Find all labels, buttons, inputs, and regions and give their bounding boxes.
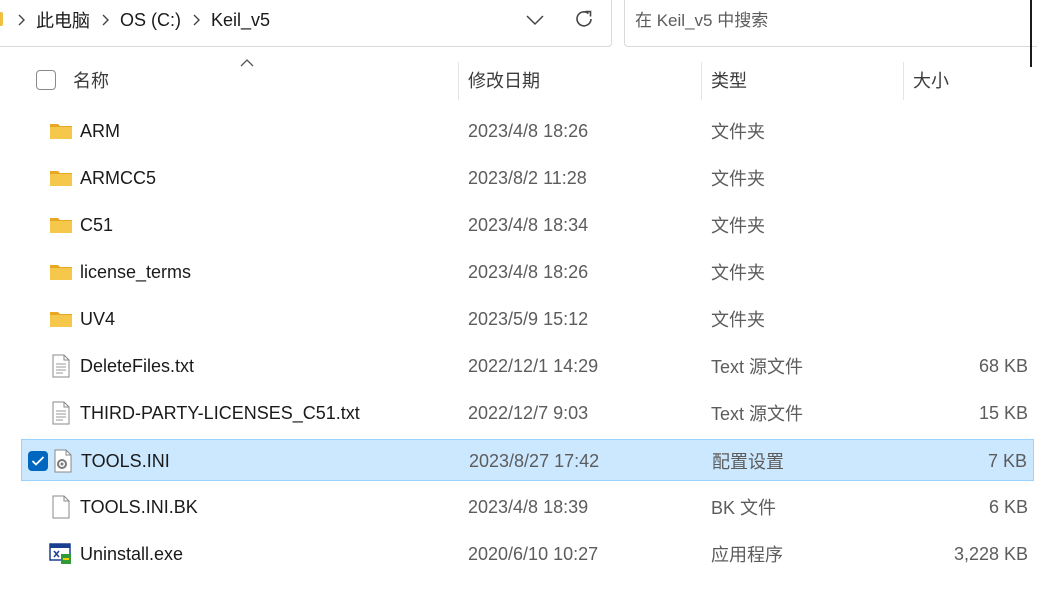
- file-row[interactable]: ARM 2023/4/8 18:26 文件夹: [21, 110, 1034, 152]
- file-name: license_terms: [80, 261, 192, 282]
- file-row[interactable]: TOOLS.INI 2023/8/27 17:42 配置设置 7 KB: [21, 439, 1034, 481]
- location-folder-icon: [0, 12, 3, 26]
- chevron-right-icon[interactable]: [185, 0, 207, 42]
- file-name: THIRD-PARTY-LICENSES_C51.txt: [80, 402, 360, 423]
- file-modified-date: 2023/8/2 11:28: [468, 167, 587, 188]
- breadcrumb: 此电脑 OS (C:) Keil_v5: [10, 0, 274, 42]
- folder-icon: [49, 260, 73, 284]
- file-name: TOOLS.INI: [81, 450, 170, 471]
- settings-file-icon: [51, 449, 75, 473]
- file-size: 3,228 KB: [953, 543, 1028, 564]
- text-file-icon: [49, 401, 73, 425]
- file-row[interactable]: UV4 2023/5/9 15:12 文件夹: [21, 298, 1034, 340]
- column-divider[interactable]: [701, 62, 702, 100]
- address-bar[interactable]: 此电脑 OS (C:) Keil_v5: [0, 0, 612, 47]
- file-type: 应用程序: [711, 545, 783, 565]
- column-divider[interactable]: [903, 62, 904, 100]
- file-size: 15 KB: [978, 402, 1028, 423]
- blank-file-icon: [49, 495, 73, 519]
- search-input[interactable]: [635, 6, 1025, 36]
- file-type: 文件夹: [711, 169, 765, 189]
- chevron-down-icon: [526, 15, 544, 26]
- column-divider[interactable]: [458, 62, 459, 100]
- file-type: BK 文件: [711, 498, 777, 518]
- file-size: 68 KB: [978, 355, 1028, 376]
- chevron-right-icon[interactable]: [10, 0, 32, 42]
- file-size: 7 KB: [987, 450, 1027, 471]
- refresh-button[interactable]: [569, 3, 599, 35]
- address-dropdown-button[interactable]: [520, 4, 550, 36]
- file-modified-date: 2023/5/9 15:12: [468, 308, 589, 329]
- file-row[interactable]: ARMCC5 2023/8/2 11:28 文件夹: [21, 157, 1034, 199]
- breadcrumb-this-pc[interactable]: 此电脑: [32, 7, 94, 33]
- file-row[interactable]: license_terms 2023/4/8 18:26 文件夹: [21, 251, 1034, 293]
- file-name: C51: [80, 214, 114, 235]
- text-file-icon: [49, 354, 73, 378]
- folder-icon: [49, 307, 73, 331]
- refresh-icon: [576, 10, 592, 27]
- sort-ascending-icon: [240, 59, 254, 67]
- file-modified-date: 2022/12/1 14:29: [468, 355, 599, 376]
- file-modified-date: 2023/4/8 18:34: [468, 214, 589, 235]
- file-type: Text 源文件: [711, 357, 804, 377]
- checkmark-icon: [31, 456, 45, 466]
- file-row[interactable]: DeleteFiles.txt 2022/12/1 14:29 Text 源文件 68…: [21, 345, 1034, 387]
- row-checkbox[interactable]: [28, 451, 48, 471]
- breadcrumb-os-drive[interactable]: OS (C:): [116, 10, 185, 31]
- file-name: ARM: [80, 120, 120, 141]
- file-type: 文件夹: [711, 310, 765, 330]
- chevron-right-icon[interactable]: [94, 0, 116, 42]
- file-modified-date: 2023/4/8 18:26: [468, 120, 589, 141]
- file-modified-date: 2022/12/7 9:03: [468, 402, 589, 423]
- application-icon: [49, 542, 73, 566]
- column-header-size[interactable]: 大小: [913, 56, 949, 104]
- folder-icon: [49, 119, 73, 143]
- file-modified-date: 2023/8/27 17:42: [469, 450, 600, 471]
- file-row[interactable]: THIRD-PARTY-LICENSES_C51.txt 2022/12/7 9:…: [21, 392, 1034, 434]
- file-name: Uninstall.exe: [80, 543, 184, 564]
- file-row[interactable]: TOOLS.INI.BK 2023/4/8 18:39 BK 文件 6 KB: [21, 486, 1034, 528]
- column-header-type[interactable]: 类型: [711, 56, 747, 104]
- file-name: UV4: [80, 308, 116, 329]
- folder-icon: [49, 166, 73, 190]
- column-header-date[interactable]: 修改日期: [468, 56, 540, 104]
- file-name: TOOLS.INI.BK: [80, 496, 198, 517]
- file-type: 文件夹: [711, 122, 765, 142]
- search-box[interactable]: [624, 0, 1037, 47]
- file-type: 文件夹: [711, 216, 765, 236]
- select-all-checkbox[interactable]: [36, 70, 56, 90]
- file-row[interactable]: C51 2023/4/8 18:34 文件夹: [21, 204, 1034, 246]
- file-modified-date: 2023/4/8 18:39: [468, 496, 589, 517]
- column-header-name[interactable]: 名称: [73, 56, 109, 104]
- breadcrumb-keil-v5[interactable]: Keil_v5: [207, 10, 274, 31]
- file-row[interactable]: Uninstall.exe 2020/6/10 10:27 应用程序 3,228 KB: [21, 533, 1034, 575]
- file-type: 文件夹: [711, 263, 765, 283]
- file-name: ARMCC5: [80, 167, 157, 188]
- file-type: 配置设置: [712, 452, 784, 472]
- file-type: Text 源文件: [711, 404, 804, 424]
- file-size: 6 KB: [988, 496, 1028, 517]
- file-modified-date: 2020/6/10 10:27: [468, 543, 599, 564]
- file-name: DeleteFiles.txt: [80, 355, 195, 376]
- folder-icon: [49, 213, 73, 237]
- address-bar-row: 此电脑 OS (C:) Keil_v5: [0, 0, 1037, 48]
- file-modified-date: 2023/4/8 18:26: [468, 261, 589, 282]
